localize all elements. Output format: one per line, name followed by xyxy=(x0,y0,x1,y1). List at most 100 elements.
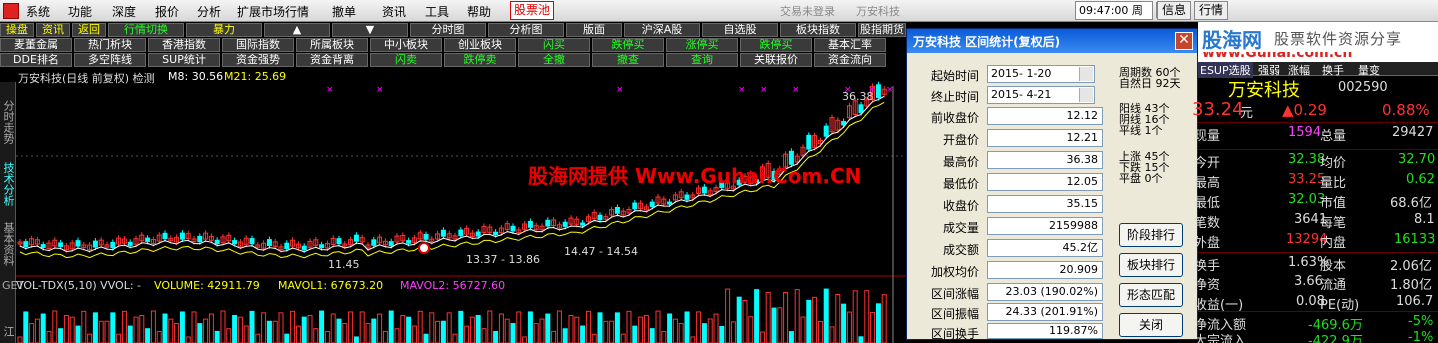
volume-bar xyxy=(794,289,800,343)
tb-gem-sector-button[interactable]: 创业板块 xyxy=(444,38,516,52)
dialog-titlebar[interactable]: 万安科技 区间统计(复权后) ✕ xyxy=(907,29,1197,53)
volume-bar xyxy=(440,320,446,343)
tb-watchlist-button[interactable]: 自选股 xyxy=(702,23,778,37)
tb-limit-down-buy-2-button[interactable]: 跌停买 xyxy=(740,38,812,52)
tb-sector-index-button[interactable]: 板块指数 xyxy=(780,23,856,37)
tb-futures-button[interactable]: 股指期货 xyxy=(858,23,906,37)
volume-bar xyxy=(591,333,597,343)
tb-intl-index-button[interactable]: 国际指数 xyxy=(222,38,294,52)
tb-related-quote-button[interactable]: 关联报价 xyxy=(740,53,812,67)
vtab-technical[interactable]: 技术分析 xyxy=(2,162,15,206)
volume-bar xyxy=(266,320,272,343)
tb-news-button[interactable]: 资讯 xyxy=(36,23,70,37)
tb-up-button[interactable]: ▲ xyxy=(264,23,330,37)
vtab-fundamentals[interactable]: 基本资料 xyxy=(2,222,15,266)
menu-function[interactable]: 功能 xyxy=(68,3,92,20)
info-button[interactable]: 信息 xyxy=(1157,1,1192,20)
tb-violence-button[interactable]: 暴力 xyxy=(186,23,262,37)
tb-switch-button[interactable]: 行情切换 xyxy=(108,23,184,37)
volume-bar xyxy=(719,326,725,343)
tb-dde-rank-button[interactable]: DDE排名 xyxy=(0,53,72,67)
tb-own-sector-button[interactable]: 所属板块 xyxy=(296,38,368,52)
quote-row: 今开 32.38 均价 32.70 xyxy=(1194,149,1438,171)
tb-sme-sector-button[interactable]: 中小板块 xyxy=(370,38,442,52)
candle-body xyxy=(145,237,151,242)
tb-exchange-rate-button[interactable]: 基本汇率 xyxy=(814,38,886,52)
close-button[interactable]: 关闭 xyxy=(1119,313,1183,337)
candle-body xyxy=(371,239,377,246)
tb-limit-down-sell-button[interactable]: 跌停卖 xyxy=(444,53,516,67)
candle-body xyxy=(232,240,238,245)
kline-chart[interactable]: × × × × × × × × × 万安科技(日线 前复权) 检测 M8: 30.56 M21:… xyxy=(16,68,906,343)
sector-rank-button[interactable]: 板块排行 xyxy=(1119,253,1183,277)
menu-news[interactable]: 资讯 xyxy=(382,3,406,20)
tb-down-button[interactable]: ▼ xyxy=(332,23,408,37)
tb-cancel-all-button[interactable]: 全撤 xyxy=(518,53,590,67)
volume-bar xyxy=(330,313,336,343)
tb-trade-button[interactable]: 操盘 xyxy=(0,23,34,37)
menu-analysis[interactable]: 分析 xyxy=(197,3,221,20)
volume-bar xyxy=(435,320,441,343)
volume-bar xyxy=(643,315,649,343)
stage-rank-button[interactable]: 阶段排行 xyxy=(1119,223,1183,247)
volume-bar xyxy=(493,330,499,343)
volume-bar xyxy=(713,313,719,343)
end-time-field[interactable]: 2015- 4-21 xyxy=(987,86,1095,104)
quote-row: 换手 1.63% 股本 2.06亿 xyxy=(1194,252,1438,274)
tb-flash-buy-button[interactable]: 闪买 xyxy=(518,38,590,52)
tab-volume-change[interactable]: 量变 xyxy=(1358,62,1380,78)
tb-timeshare-button[interactable]: 分时图 xyxy=(410,23,486,37)
vtab-jiang[interactable]: 江 xyxy=(2,326,15,337)
volume-bar xyxy=(580,325,586,343)
market-button[interactable]: 行情 xyxy=(1194,1,1229,20)
tb-hot-sector-button[interactable]: 热门析块 xyxy=(74,38,146,52)
menu-tools[interactable]: 工具 xyxy=(425,3,449,20)
volume-bar xyxy=(342,323,348,343)
tb-fund-divergence-button[interactable]: 资金背离 xyxy=(296,53,368,67)
tb-cancel-check-button[interactable]: 撤查 xyxy=(592,53,664,67)
volume-bar xyxy=(823,288,829,343)
tb-sup-stats-button[interactable]: SUP统计 xyxy=(148,53,220,67)
menu-help[interactable]: 帮助 xyxy=(467,3,491,20)
tb-limit-up-buy-button[interactable]: 涨停买 xyxy=(666,38,738,52)
candle-body xyxy=(562,221,568,227)
field-label: 加权均价 xyxy=(930,265,979,279)
dialog-close-icon[interactable]: ✕ xyxy=(1175,32,1193,50)
tb-metals-button[interactable]: 麦董金属 xyxy=(0,38,72,52)
tb-query-button[interactable]: 查询 xyxy=(666,53,738,67)
quote-value: -5% xyxy=(1408,314,1434,329)
tb-a-share-button[interactable]: 沪深A股 xyxy=(624,23,700,37)
pattern-match-button[interactable]: 形态匹配 xyxy=(1119,283,1183,307)
vtab-timeshare[interactable]: 分时走势 xyxy=(2,100,15,144)
tb-fund-strength-button[interactable]: 资金强势 xyxy=(222,53,294,67)
vtab-get[interactable]: GET xyxy=(2,280,24,291)
menu-extended-market[interactable]: 扩展市场行情 xyxy=(237,3,309,20)
end-time-spinner-icon[interactable] xyxy=(1079,88,1093,102)
menu-system[interactable]: 系统 xyxy=(26,3,50,20)
start-time-field[interactable]: 2015- 1-20 xyxy=(987,65,1095,83)
tb-analysis-chart-button[interactable]: 分析图 xyxy=(488,23,564,37)
tb-long-short-button[interactable]: 多空阵线 xyxy=(74,53,146,67)
volume-bar xyxy=(243,325,249,343)
tb-hk-index-button[interactable]: 香港指数 xyxy=(148,38,220,52)
tab-turnover[interactable]: 换手 xyxy=(1322,62,1344,78)
signal-marker: × xyxy=(616,85,624,95)
chart-range2-label: 14.47 - 14.54 xyxy=(564,245,638,258)
quote-label: 流通 xyxy=(1320,278,1347,293)
tb-back-button[interactable]: 返回 xyxy=(72,23,106,37)
volume-bar xyxy=(255,333,261,343)
menu-cancel-order[interactable]: 撤单 xyxy=(332,3,356,20)
volume-bar xyxy=(191,311,197,343)
tb-fund-flow-button[interactable]: 资金流向 xyxy=(814,53,886,67)
menu-quote[interactable]: 报价 xyxy=(155,3,179,20)
menu-depth[interactable]: 深度 xyxy=(112,3,136,20)
candle-body xyxy=(197,235,203,243)
start-time-spinner-icon[interactable] xyxy=(1079,67,1093,81)
candle-body xyxy=(249,238,255,245)
candle-body xyxy=(667,201,673,205)
menu-stock-pool[interactable]: 股票池 xyxy=(510,1,555,20)
tb-limit-down-buy-button[interactable]: 跌停买 xyxy=(592,38,664,52)
tb-layout-button[interactable]: 版面 xyxy=(566,23,622,37)
tb-flash-sell-button[interactable]: 闪卖 xyxy=(370,53,442,67)
signal-marker: × xyxy=(326,85,334,95)
